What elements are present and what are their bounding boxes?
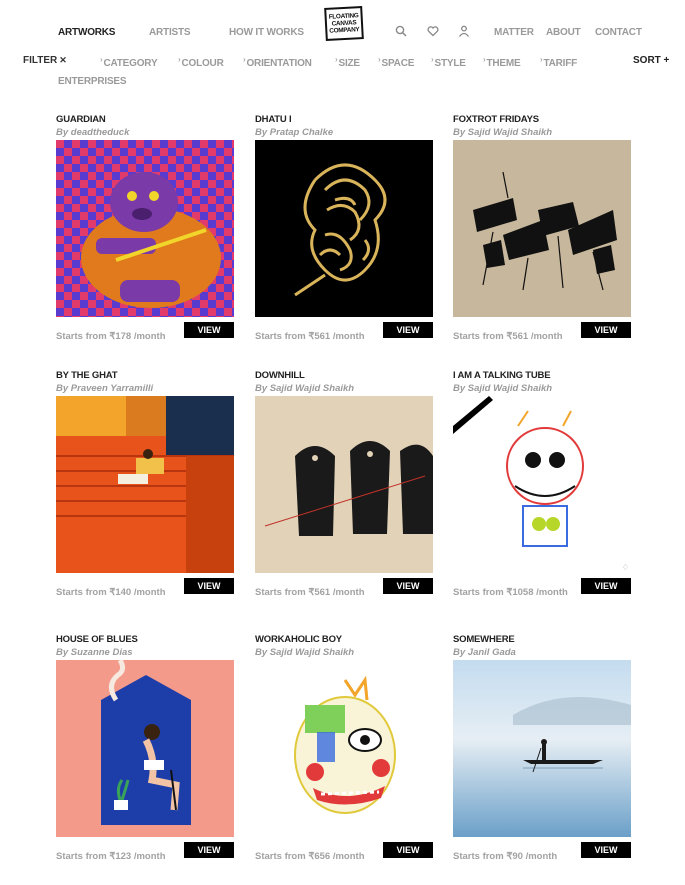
artwork-card: GUARDIAN By deadtheduck Starts from ₹178… bbox=[56, 114, 234, 347]
artwork-artist[interactable]: By Sajid Wajid Shaikh bbox=[255, 647, 433, 659]
artwork-card: I AM A TALKING TUBE By Sajid Wajid Shaik… bbox=[453, 370, 631, 603]
artwork-image[interactable] bbox=[453, 396, 631, 573]
artwork-title[interactable]: DHATU I bbox=[255, 114, 433, 127]
artwork-image[interactable] bbox=[255, 140, 433, 317]
artwork-title[interactable]: HOUSE OF BLUES bbox=[56, 634, 234, 647]
artwork-card: FOXTROT FRIDAYS By Sajid Wajid Shaikh St… bbox=[453, 114, 631, 347]
artwork-price: Starts from ₹123 /month bbox=[56, 851, 166, 862]
view-button[interactable]: VIEW bbox=[184, 322, 234, 338]
search-icon[interactable] bbox=[395, 25, 407, 37]
filter-enterprises[interactable]: ENTERPRISES bbox=[58, 76, 127, 87]
artwork-card: DOWNHILL By Sajid Wajid Shaikh Starts fr… bbox=[255, 370, 433, 603]
nav-how-it-works[interactable]: HOW IT WORKS bbox=[229, 27, 304, 38]
artwork-artist[interactable]: By Sajid Wajid Shaikh bbox=[255, 383, 433, 395]
artwork-image[interactable] bbox=[56, 396, 234, 573]
filter-orientation[interactable]: ›ORIENTATION bbox=[243, 55, 312, 69]
filter-colour[interactable]: ›COLOUR bbox=[178, 55, 224, 69]
artwork-artist[interactable]: By Praveen Yarramilli bbox=[56, 383, 234, 395]
artwork-price: Starts from ₹561 /month bbox=[453, 331, 563, 342]
artwork-title[interactable]: FOXTROT FRIDAYS bbox=[453, 114, 631, 127]
artwork-image[interactable] bbox=[56, 660, 234, 837]
artwork-image[interactable] bbox=[255, 660, 433, 837]
filter-bar: FILTER ✕ ›CATEGORY ›COLOUR ›ORIENTATION ›… bbox=[0, 52, 685, 92]
artwork-artist[interactable]: By Pratap Chalke bbox=[255, 127, 433, 139]
view-button[interactable]: VIEW bbox=[383, 578, 433, 594]
top-navigation: ARTWORKS ARTISTS HOW IT WORKS FLOATING C… bbox=[0, 0, 685, 52]
artwork-title[interactable]: DOWNHILL bbox=[255, 370, 433, 383]
artwork-artist[interactable]: By Suzanne Dias bbox=[56, 647, 234, 659]
filter-tariff[interactable]: ›TARIFF bbox=[540, 55, 577, 69]
artwork-price: Starts from ₹140 /month bbox=[56, 587, 166, 598]
filter-style[interactable]: ›STYLE bbox=[431, 55, 466, 69]
artwork-price: Starts from ₹1058 /month bbox=[453, 587, 568, 598]
filter-category[interactable]: ›CATEGORY bbox=[100, 55, 158, 69]
sort-toggle[interactable]: SORT + bbox=[633, 55, 669, 66]
view-button[interactable]: VIEW bbox=[383, 322, 433, 338]
filter-theme[interactable]: ›THEME bbox=[483, 55, 521, 69]
artwork-card: BY THE GHAT By Praveen Yarramilli Starts… bbox=[56, 370, 234, 603]
filter-space[interactable]: ›SPACE bbox=[378, 55, 414, 69]
artwork-artist[interactable]: By Sajid Wajid Shaikh bbox=[453, 127, 631, 139]
artwork-card: DHATU I By Pratap Chalke Starts from ₹56… bbox=[255, 114, 433, 347]
close-icon[interactable]: ✕ bbox=[59, 55, 67, 65]
filter-size[interactable]: ›SIZE bbox=[335, 55, 360, 69]
heart-icon[interactable] bbox=[427, 25, 439, 37]
artwork-price: Starts from ₹561 /month bbox=[255, 587, 365, 598]
nav-artists[interactable]: ARTISTS bbox=[149, 27, 191, 38]
nav-matter[interactable]: MATTER bbox=[494, 27, 534, 38]
view-button[interactable]: VIEW bbox=[383, 842, 433, 858]
artwork-price: Starts from ₹178 /month bbox=[56, 331, 166, 342]
view-button[interactable]: VIEW bbox=[581, 578, 631, 594]
artwork-title[interactable]: SOMEWHERE bbox=[453, 634, 631, 647]
artwork-image[interactable] bbox=[453, 660, 631, 837]
heart-icon[interactable]: ♢ bbox=[622, 563, 629, 572]
artwork-price: Starts from ₹90 /month bbox=[453, 851, 558, 862]
artwork-image[interactable] bbox=[453, 140, 631, 317]
nav-about[interactable]: ABOUT bbox=[546, 27, 581, 38]
artwork-card: SOMEWHERE By Janil Gada Starts from ₹90 … bbox=[453, 634, 631, 867]
artwork-artist[interactable]: By Sajid Wajid Shaikh bbox=[453, 383, 631, 395]
view-button[interactable]: VIEW bbox=[184, 578, 234, 594]
user-icon[interactable] bbox=[458, 25, 470, 37]
artwork-image[interactable] bbox=[255, 396, 433, 573]
artwork-artist[interactable]: By Janil Gada bbox=[453, 647, 631, 659]
site-logo[interactable]: FLOATING CANVAS COMPANY bbox=[324, 6, 364, 41]
logo-line-3: COMPANY bbox=[329, 26, 360, 35]
artwork-image[interactable] bbox=[56, 140, 234, 317]
nav-contact[interactable]: CONTACT bbox=[595, 27, 642, 38]
view-button[interactable]: VIEW bbox=[581, 842, 631, 858]
filter-toggle[interactable]: FILTER ✕ bbox=[23, 55, 67, 66]
artwork-card: WORKAHOLIC BOY By Sajid Wajid Shaikh Sta… bbox=[255, 634, 433, 867]
artwork-price: Starts from ₹656 /month bbox=[255, 851, 365, 862]
filter-label: FILTER bbox=[23, 55, 58, 66]
artwork-artist[interactable]: By deadtheduck bbox=[56, 127, 234, 139]
artwork-title[interactable]: I AM A TALKING TUBE bbox=[453, 370, 631, 383]
artwork-title[interactable]: BY THE GHAT bbox=[56, 370, 234, 383]
view-button[interactable]: VIEW bbox=[581, 322, 631, 338]
artwork-card: HOUSE OF BLUES By Suzanne Dias Starts fr… bbox=[56, 634, 234, 867]
nav-artworks[interactable]: ARTWORKS bbox=[58, 27, 115, 38]
artwork-price: Starts from ₹561 /month bbox=[255, 331, 365, 342]
artwork-title[interactable]: GUARDIAN bbox=[56, 114, 234, 127]
artwork-title[interactable]: WORKAHOLIC BOY bbox=[255, 634, 433, 647]
view-button[interactable]: VIEW bbox=[184, 842, 234, 858]
